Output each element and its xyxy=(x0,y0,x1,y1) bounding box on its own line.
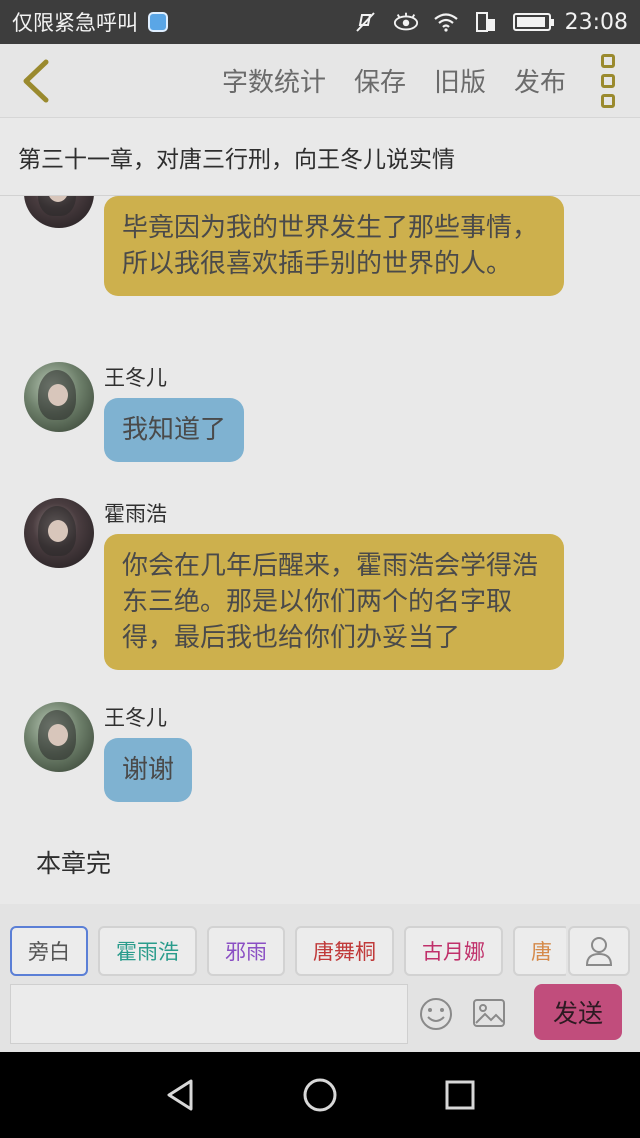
editor-toolbar: 字数统计 保存 旧版 发布 xyxy=(0,44,640,118)
status-bar: 仅限紧急呼叫 23:08 xyxy=(0,0,640,44)
sender-name: 王冬儿 xyxy=(104,706,167,730)
old-version-button[interactable]: 旧版 xyxy=(434,62,486,99)
recents-square-icon xyxy=(445,1080,475,1110)
mute-icon xyxy=(353,11,379,33)
role-chip[interactable]: 唐舞桐 xyxy=(295,926,394,976)
battery-icon xyxy=(512,13,554,31)
image-icon xyxy=(473,999,505,1027)
role-chip[interactable]: 唐 xyxy=(513,926,566,976)
clock: 23:08 xyxy=(564,9,628,35)
smiley-icon xyxy=(420,998,452,1030)
image-button[interactable] xyxy=(472,998,506,1028)
message-bubble[interactable]: 我知道了 xyxy=(104,398,245,462)
role-selector[interactable]: 旁白 霍雨浩 邪雨 唐舞桐 古月娜 唐 xyxy=(0,926,566,978)
battery-fill xyxy=(516,17,546,27)
nav-home-button[interactable] xyxy=(290,1065,350,1125)
user-icon xyxy=(585,937,613,966)
word-count-button[interactable]: 字数统计 xyxy=(222,62,326,99)
chapter-end-text: 本章完 xyxy=(36,849,112,878)
role-chip[interactable]: 霍雨浩 xyxy=(98,926,197,976)
wifi-icon xyxy=(433,11,459,33)
manage-roles-button[interactable] xyxy=(568,926,630,976)
chevron-left-icon xyxy=(23,59,49,102)
message-input[interactable] xyxy=(10,984,408,1044)
eye-icon xyxy=(393,11,419,33)
publish-button[interactable]: 发布 xyxy=(514,62,566,99)
app-notification-icon xyxy=(148,12,168,32)
sender-name: 霍雨浩 xyxy=(104,502,167,526)
sender-name: 王冬儿 xyxy=(104,366,167,390)
composer: 旁白 霍雨浩 邪雨 唐舞桐 古月娜 唐 发送 xyxy=(0,904,640,1052)
more-menu-button[interactable] xyxy=(588,51,628,111)
message-bubble[interactable]: 谢谢 xyxy=(104,738,193,802)
system-nav-bar xyxy=(0,1052,640,1138)
sim-icon xyxy=(473,11,499,33)
avatar[interactable] xyxy=(24,498,94,568)
avatar[interactable] xyxy=(24,196,94,228)
message-bubble[interactable]: 毕竟因为我的世界发生了那些事情，所以我很喜欢插手别的世界的人。 xyxy=(104,196,564,296)
send-button[interactable]: 发送 xyxy=(534,984,622,1040)
role-chip[interactable]: 古月娜 xyxy=(404,926,503,976)
nav-recents-button[interactable] xyxy=(430,1065,490,1125)
role-chip[interactable]: 邪雨 xyxy=(207,926,285,976)
carrier-text: 仅限紧急呼叫 xyxy=(12,11,138,35)
avatar[interactable] xyxy=(24,362,94,432)
back-triangle-icon xyxy=(167,1079,193,1111)
emoji-button[interactable] xyxy=(418,996,454,1032)
more-vertical-icon xyxy=(601,53,615,68)
avatar[interactable] xyxy=(24,702,94,772)
save-button[interactable]: 保存 xyxy=(354,62,406,99)
back-button[interactable] xyxy=(0,44,70,118)
home-circle-icon xyxy=(303,1078,337,1112)
chapter-title-text: 第三十一章，对唐三行刑，向王冬儿说实情 xyxy=(18,146,455,173)
nav-back-button[interactable] xyxy=(150,1065,210,1125)
message-bubble[interactable]: 你会在几年后醒来，霍雨浩会学得浩东三绝。那是以你们两个的名字取得，最后我也给你们… xyxy=(104,534,564,670)
role-chip[interactable]: 旁白 xyxy=(10,926,88,976)
chat-list[interactable]: 毕竟因为我的世界发生了那些事情，所以我很喜欢插手别的世界的人。 王冬儿 我知道了… xyxy=(0,196,640,904)
chapter-title[interactable]: 第三十一章，对唐三行刑，向王冬儿说实情 xyxy=(0,118,640,196)
